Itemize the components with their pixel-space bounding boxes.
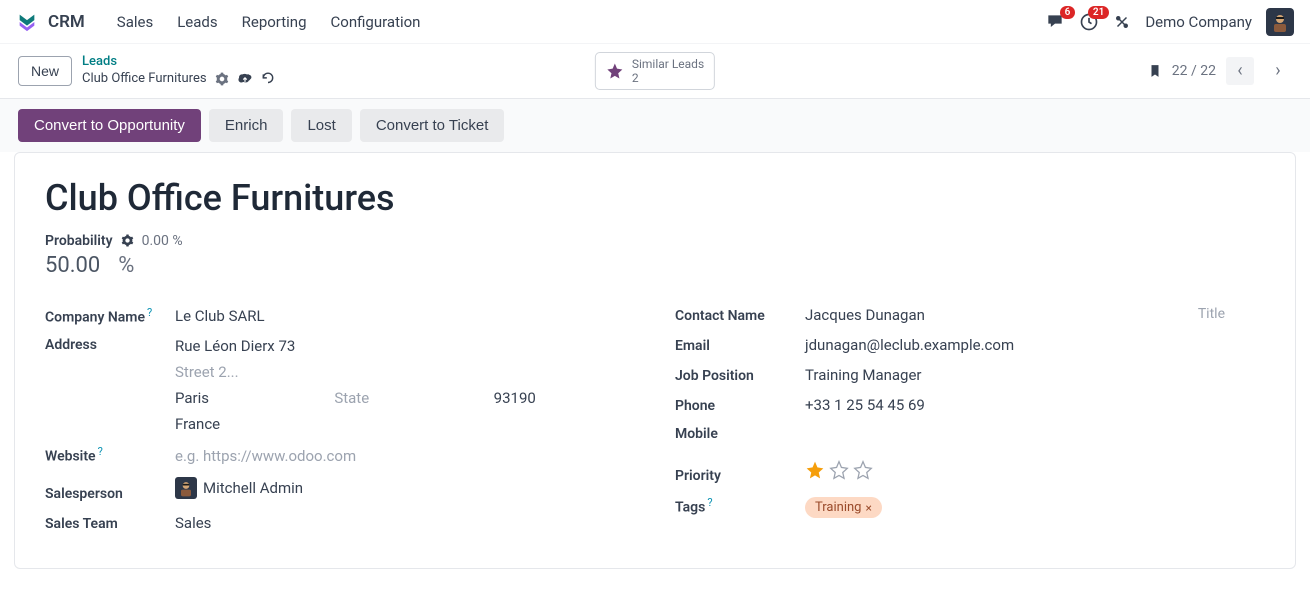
nav-reporting[interactable]: Reporting	[230, 13, 319, 31]
similar-leads-label: Similar Leads	[632, 57, 704, 71]
probability-value[interactable]: 50.00	[45, 253, 100, 278]
nav-configuration[interactable]: Configuration	[319, 13, 433, 31]
nav-sales[interactable]: Sales	[105, 13, 165, 31]
company-name-label: Company Name?	[45, 306, 175, 326]
sales-team-label: Sales Team	[45, 516, 175, 532]
messages-icon[interactable]: 6	[1045, 12, 1065, 32]
priority-label: Priority	[675, 468, 805, 484]
nav-leads[interactable]: Leads	[165, 13, 229, 31]
form-sheet: Club Office Furnitures Probability 0.00 …	[14, 152, 1296, 569]
messages-badge: 6	[1060, 6, 1076, 19]
star-icon	[606, 62, 624, 80]
similar-leads-count: 2	[632, 71, 704, 85]
mobile-label: Mobile	[675, 426, 805, 442]
salesperson-field[interactable]: Mitchell Admin	[175, 477, 635, 499]
app-name[interactable]: CRM	[48, 12, 85, 32]
tags-label: Tags?	[675, 496, 805, 516]
bookmark-icon[interactable]	[1148, 62, 1162, 80]
email-label: Email	[675, 338, 805, 354]
undo-icon[interactable]	[261, 72, 275, 86]
breadcrumb: Leads Club Office Furnitures	[82, 54, 275, 88]
title-field[interactable]: Title	[1198, 306, 1225, 322]
percent-symbol: %	[118, 253, 134, 278]
similar-leads-button[interactable]: Similar Leads 2	[595, 52, 715, 91]
convert-ticket-button[interactable]: Convert to Ticket	[360, 109, 505, 142]
pager-prev-button[interactable]: ‹	[1226, 57, 1254, 85]
tag-remove-icon[interactable]: ×	[865, 501, 871, 515]
contact-name-field[interactable]: Jacques Dunagan	[805, 306, 1265, 324]
website-label: Website?	[45, 445, 175, 465]
priority-field[interactable]	[805, 460, 1265, 480]
activities-badge: 21	[1088, 6, 1109, 19]
star-icon[interactable]	[805, 460, 825, 480]
enrich-button[interactable]: Enrich	[209, 109, 284, 142]
star-icon[interactable]	[853, 460, 873, 480]
gear-icon[interactable]	[121, 234, 134, 247]
lost-button[interactable]: Lost	[291, 109, 351, 142]
tools-icon[interactable]	[1113, 13, 1131, 31]
right-column: Contact Name Jacques Dunagan Title Email…	[675, 306, 1265, 544]
phone-field[interactable]: +33 1 25 54 45 69	[805, 396, 1265, 414]
new-button[interactable]: New	[18, 56, 72, 86]
job-position-field[interactable]: Training Manager	[805, 366, 1265, 384]
user-avatar[interactable]	[1266, 8, 1294, 36]
pager-next-button[interactable]: ›	[1264, 57, 1292, 85]
job-position-label: Job Position	[675, 368, 805, 384]
breadcrumb-parent[interactable]: Leads	[82, 54, 275, 71]
street2-field[interactable]: Street 2...	[175, 363, 635, 381]
probability-label: Probability	[45, 233, 113, 249]
convert-opportunity-button[interactable]: Convert to Opportunity	[18, 109, 201, 142]
tag-training[interactable]: Training ×	[805, 497, 882, 518]
salesperson-label: Salesperson	[45, 486, 175, 502]
phone-label: Phone	[675, 398, 805, 414]
pager-count[interactable]: 22 / 22	[1172, 63, 1216, 79]
city-field[interactable]: Paris	[175, 389, 316, 407]
website-field[interactable]: e.g. https://www.odoo.com	[175, 447, 635, 465]
address-label: Address	[45, 337, 175, 353]
action-bar: New Leads Club Office Furnitures Similar…	[0, 44, 1310, 99]
contact-name-label: Contact Name	[675, 308, 805, 324]
cloud-upload-icon[interactable]	[237, 72, 253, 86]
gear-icon[interactable]	[215, 72, 229, 86]
activities-icon[interactable]: 21	[1079, 12, 1099, 32]
sales-team-field[interactable]: Sales	[175, 514, 635, 532]
company-name-field[interactable]: Le Club SARL	[175, 307, 635, 325]
country-field[interactable]: France	[175, 415, 635, 433]
app-logo-icon[interactable]	[16, 11, 38, 33]
street-field[interactable]: Rue Léon Dierx 73	[175, 337, 635, 355]
left-column: Company Name? Le Club SARL Address Rue L…	[45, 306, 635, 544]
lead-title[interactable]: Club Office Furnitures	[45, 177, 1265, 219]
email-field[interactable]: jdunagan@leclub.example.com	[805, 336, 1265, 354]
company-selector[interactable]: Demo Company	[1145, 13, 1252, 31]
state-field[interactable]: State	[334, 389, 475, 407]
probability-auto: 0.00 %	[142, 233, 183, 249]
star-icon[interactable]	[829, 460, 849, 480]
status-button-row: Convert to Opportunity Enrich Lost Conve…	[0, 99, 1310, 152]
breadcrumb-current: Club Office Furnitures	[82, 71, 207, 88]
top-nav: CRM Sales Leads Reporting Configuration …	[0, 0, 1310, 44]
salesperson-avatar-icon	[175, 477, 197, 499]
zip-field[interactable]: 93190	[494, 389, 635, 407]
